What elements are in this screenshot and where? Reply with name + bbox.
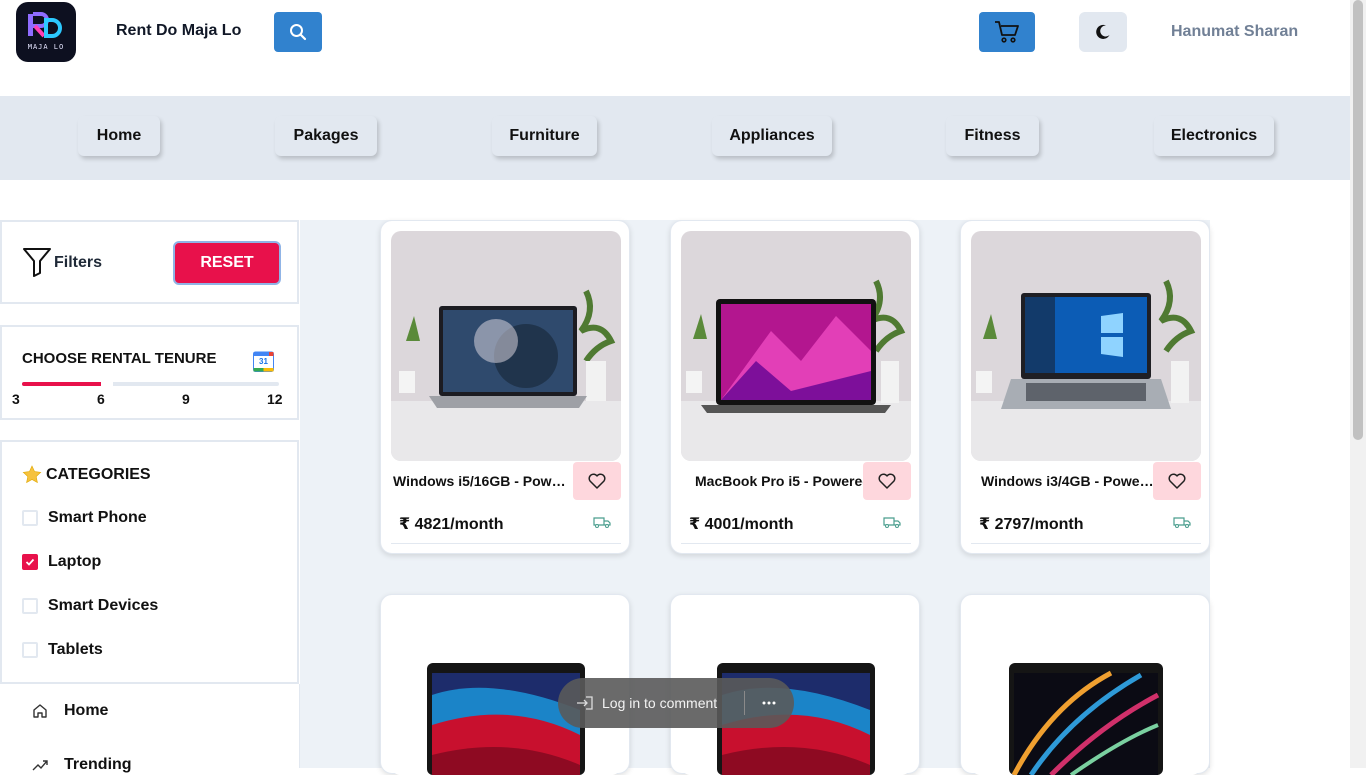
more-options-button[interactable] [758,693,780,713]
brand-name[interactable]: Rent Do Maja Lo [116,22,241,40]
user-name[interactable]: Hanumat Sharan [1171,23,1298,41]
login-icon [577,696,593,710]
search-icon [290,24,307,41]
nav-furniture[interactable]: Furniture [492,116,597,156]
tenure-slider-thumb[interactable] [101,381,113,387]
heart-icon [1168,473,1186,489]
product-card[interactable]: Windows i5/16GB - Powered by Intel ₹ 482… [380,220,630,554]
delivery-truck-icon [883,517,901,528]
product-price: ₹ 2797/month [979,516,1084,533]
product-price: ₹ 4821/month [399,516,504,533]
product-card[interactable]: Windows i3/4GB - Powered ₹ 2797/month [960,220,1210,554]
moon-icon [1096,24,1110,39]
comment-bar: Log in to comment [558,678,794,728]
home-icon [33,704,47,718]
heart-icon [878,473,896,489]
tenure-tick-3[interactable]: 3 [12,391,20,407]
sidebar-item-label: Home [64,702,109,719]
card-divider [681,543,911,544]
calendar-day: 31 [259,357,268,366]
category-label: Smart Phone [48,509,147,526]
tenure-slider[interactable] [22,381,279,387]
filters-label: Filters [54,254,103,271]
product-card[interactable] [960,594,1210,775]
reset-button[interactable]: RESET [173,241,281,285]
login-to-comment-button[interactable]: Log in to comment [576,695,717,711]
nav-electronics[interactable]: Electronics [1154,116,1274,156]
product-image[interactable] [971,231,1201,461]
category-tablets[interactable]: Tablets [22,640,103,660]
tenure-slider-fill [22,382,108,386]
product-image[interactable] [971,605,1201,775]
checkbox[interactable] [22,598,38,614]
brand-logo[interactable]: MAJA LO [16,2,76,62]
calendar-icon: 31 [253,350,274,372]
heart-icon [588,473,606,489]
filter-icon [23,248,51,277]
rental-tenure-title: CHOOSE RENTAL TENURE [22,350,217,367]
dark-mode-toggle[interactable] [1079,12,1127,52]
categories-panel: CATEGORIES Smart Phone Laptop Smart Devi… [0,440,299,684]
sidebar-item-label: Trending [64,756,132,773]
nav-home[interactable]: Home [78,116,160,156]
star-icon [22,465,42,484]
product-title[interactable]: MacBook Pro i5 - Powered [695,473,873,489]
category-smart-devices[interactable]: Smart Devices [22,596,158,616]
product-card[interactable]: MacBook Pro i5 - Powered ₹ 4001/month [670,220,920,554]
categories-title: CATEGORIES [46,466,151,483]
filters-panel: Filters RESET [0,220,299,304]
category-label: Tablets [48,641,103,658]
scrollbar-thumb[interactable] [1353,0,1363,440]
comment-bar-divider [744,691,745,715]
page-scrollbar[interactable] [1350,0,1366,768]
checkbox[interactable] [22,642,38,658]
tenure-tick-6[interactable]: 6 [97,391,105,407]
checkbox[interactable] [22,510,38,526]
delivery-truck-icon [1173,517,1191,528]
product-title[interactable]: Windows i5/16GB - Powered by Intel [393,473,571,489]
card-divider [971,543,1201,544]
product-title[interactable]: Windows i3/4GB - Powered [981,473,1159,489]
wishlist-button[interactable] [1153,462,1201,500]
wishlist-button[interactable] [573,462,621,500]
tenure-tick-9[interactable]: 9 [182,391,190,407]
category-smart-phone[interactable]: Smart Phone [22,508,147,528]
nav-appliances[interactable]: Appliances [712,116,832,156]
search-button[interactable] [274,12,322,52]
category-label: Laptop [48,553,102,570]
wishlist-button[interactable] [863,462,911,500]
product-image[interactable] [391,231,621,461]
more-icon [762,701,776,705]
nav-packages[interactable]: Pakages [275,116,377,156]
delivery-truck-icon [593,517,611,528]
checkbox-checked[interactable] [22,554,38,570]
category-laptop[interactable]: Laptop [22,552,101,572]
tenure-tick-12[interactable]: 12 [267,391,283,407]
card-divider [391,543,621,544]
login-to-comment-label: Log in to comment [602,695,718,711]
logo-text: MAJA LO [27,43,65,51]
cart-icon [995,21,1019,43]
checkmark-icon [25,558,35,566]
cart-button[interactable] [979,12,1035,52]
product-image[interactable] [681,231,911,461]
nav-fitness[interactable]: Fitness [946,116,1039,156]
header: MAJA LO Rent Do Maja Lo Hanumat Sharan [0,0,1350,96]
rental-tenure-panel: CHOOSE RENTAL TENURE 31 3 6 9 12 [0,325,299,420]
category-nav: Home Pakages Furniture Appliances Fitnes… [0,96,1350,180]
product-price: ₹ 4001/month [689,516,794,533]
sidebar-item-home[interactable]: Home [32,702,108,720]
category-label: Smart Devices [48,597,159,614]
sidebar-item-trending[interactable]: Trending [32,756,132,774]
trending-icon [32,760,48,771]
